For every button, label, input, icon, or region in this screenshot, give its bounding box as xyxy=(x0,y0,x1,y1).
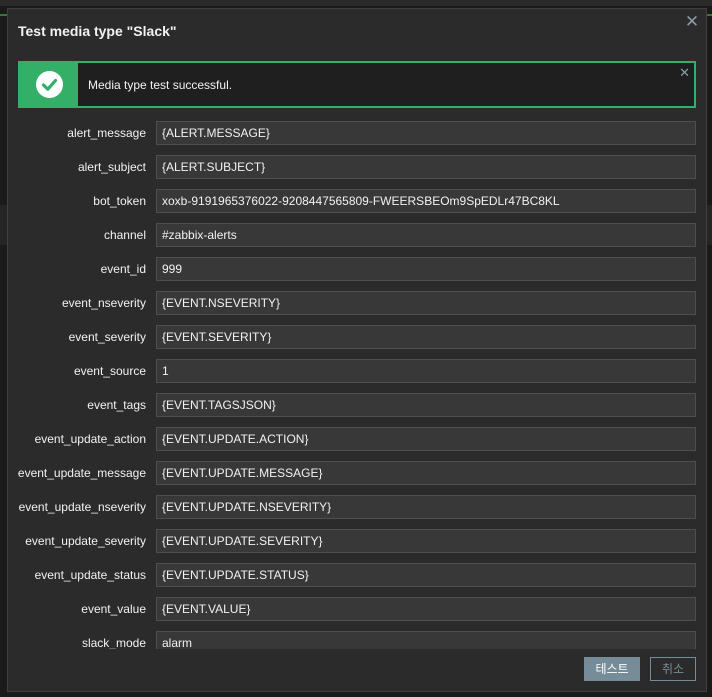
field-label: alert_subject xyxy=(77,160,146,174)
form-row-event-nseverity: event_nseverity xyxy=(8,291,706,315)
alert-subject-input[interactable] xyxy=(156,155,696,179)
form-row-alert-subject: alert_subject xyxy=(8,155,706,179)
event-nseverity-input[interactable] xyxy=(156,291,696,315)
field-label: channel xyxy=(103,228,146,242)
event-update-severity-input[interactable] xyxy=(156,529,696,553)
event-source-input[interactable] xyxy=(156,359,696,383)
field-label: event_update_action xyxy=(34,432,146,446)
form-row-event-tags: event_tags xyxy=(8,393,706,417)
test-button[interactable]: 테스트 xyxy=(584,657,640,681)
form-row-event-update-nseverity: event_update_nseverity xyxy=(8,495,706,519)
form-row-channel: channel xyxy=(8,223,706,247)
form-row-event-update-action: event_update_action xyxy=(8,427,706,451)
message-close-icon[interactable]: ✕ xyxy=(679,65,690,81)
event-update-message-input[interactable] xyxy=(156,461,696,485)
background-header xyxy=(0,0,712,6)
form-row-event-value: event_value xyxy=(8,597,706,621)
field-label: event_severity xyxy=(68,330,146,344)
dialog-title: Test media type "Slack" xyxy=(18,23,177,39)
success-icon-box xyxy=(20,63,78,106)
event-update-action-input[interactable] xyxy=(156,427,696,451)
success-message-text: Media type test successful. xyxy=(88,78,233,92)
cancel-button[interactable]: 취소 xyxy=(650,657,696,681)
form-row-alert-message: alert_message xyxy=(8,121,706,145)
form-row-event-update-status: event_update_status xyxy=(8,563,706,587)
field-label: event_update_status xyxy=(34,568,146,582)
channel-input[interactable] xyxy=(156,223,696,247)
event-tags-input[interactable] xyxy=(156,393,696,417)
form-row-slack-mode: slack_mode xyxy=(8,631,706,649)
macro-form: alert_message alert_subject bot_tokenchann… xyxy=(8,119,706,649)
event-value-input[interactable] xyxy=(156,597,696,621)
form-row-event-source: event_source xyxy=(8,359,706,383)
field-label: event_tags xyxy=(87,398,146,412)
event-update-nseverity-input[interactable] xyxy=(156,495,696,519)
form-row-event-update-message: event_update_message xyxy=(8,461,706,485)
field-label: event_update_severity xyxy=(25,534,146,548)
field-label: bot_token xyxy=(93,194,146,208)
slack-mode-input[interactable] xyxy=(156,631,696,649)
event-update-status-input[interactable] xyxy=(156,563,696,587)
field-label: event_update_message xyxy=(17,466,146,480)
form-row-event-update-severity: event_update_severity xyxy=(8,529,706,553)
check-circle-icon xyxy=(36,71,63,98)
form-row-event-severity: event_severity xyxy=(8,325,706,349)
field-label: event_id xyxy=(100,262,146,276)
field-label: event_source xyxy=(73,364,146,378)
bot-token-input[interactable] xyxy=(156,189,696,213)
field-label: alert_message xyxy=(67,126,146,140)
close-icon[interactable]: ✕ xyxy=(684,13,700,31)
field-label: slack_mode xyxy=(81,636,146,649)
field-label: event_nseverity xyxy=(61,296,146,310)
event-severity-input[interactable] xyxy=(156,325,696,349)
event-id-input[interactable] xyxy=(156,257,696,281)
form-row-event-id: event_id xyxy=(8,257,706,281)
field-label: event_update_nseverity xyxy=(18,500,146,514)
test-media-type-dialog: Test media type "Slack" ✕ Media type tes… xyxy=(7,8,707,692)
success-message: Media type test successful. ✕ xyxy=(18,61,696,108)
field-label: event_value xyxy=(81,602,146,616)
alert-message-input[interactable] xyxy=(156,121,696,145)
form-row-bot-token: bot_token xyxy=(8,189,706,213)
